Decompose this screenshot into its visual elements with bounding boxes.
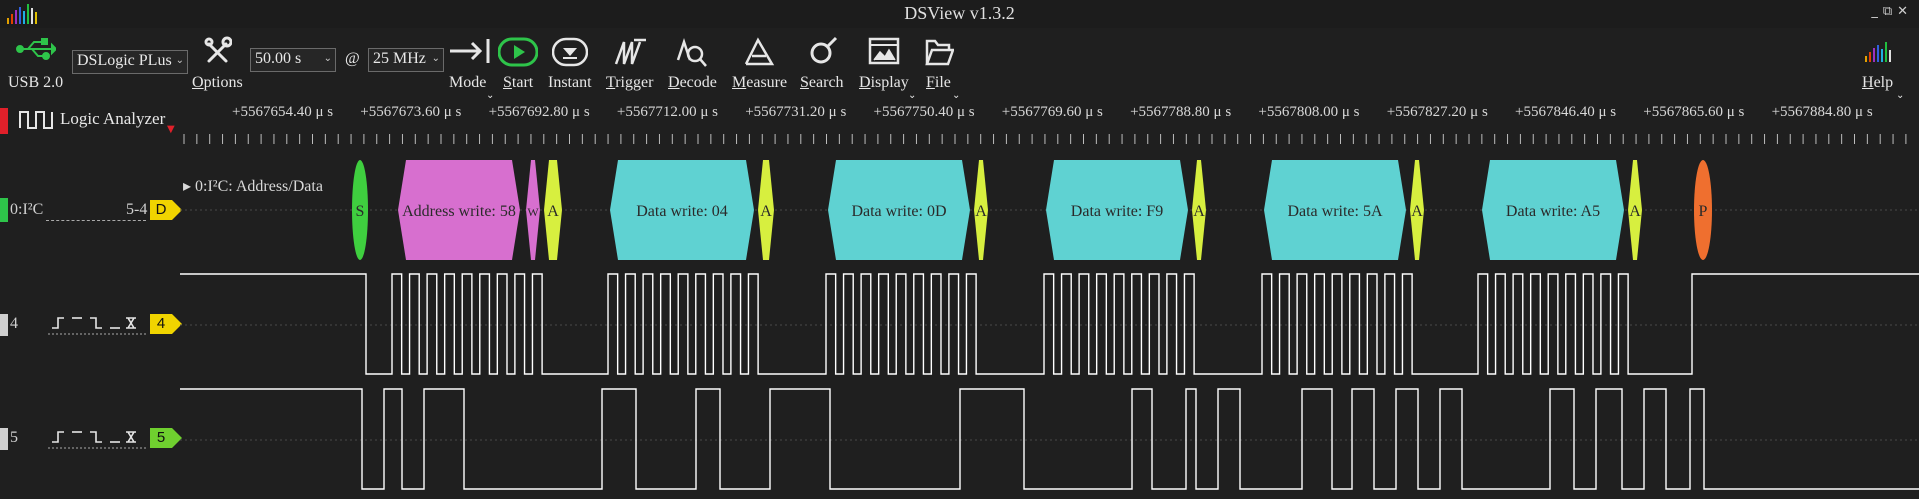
decoder-segment-text: A [975, 203, 987, 220]
decoder-segment-text: Address write: 58 [402, 203, 516, 220]
channel-4-waveform [180, 273, 1919, 375]
decoder-segment-text: P [1699, 203, 1708, 220]
decoder-segment-text: Data write: A5 [1506, 203, 1600, 220]
decoder-segment-text: A [1193, 203, 1205, 220]
decoder-segment-text: A [760, 203, 772, 220]
decoder-segment-text: A [1629, 203, 1641, 220]
decoder-segment-text: Data write: 0D [851, 203, 946, 220]
decoder-segment-text: A [547, 203, 559, 220]
channel-5-waveform [180, 388, 1919, 490]
decoder-segment-text: W [527, 205, 539, 219]
decoder-segment-text: Data write: 04 [636, 203, 728, 220]
decoder-segment-text: A [1411, 203, 1423, 220]
decoder-segment-text: S [356, 203, 365, 220]
decoder-segment-text: Data write: 5A [1287, 203, 1383, 220]
decoder-segment-text: Data write: F9 [1071, 203, 1163, 220]
waveform-area[interactable]: S Address write: 58 W A Data write: 04 A Data … [0, 0, 1919, 499]
